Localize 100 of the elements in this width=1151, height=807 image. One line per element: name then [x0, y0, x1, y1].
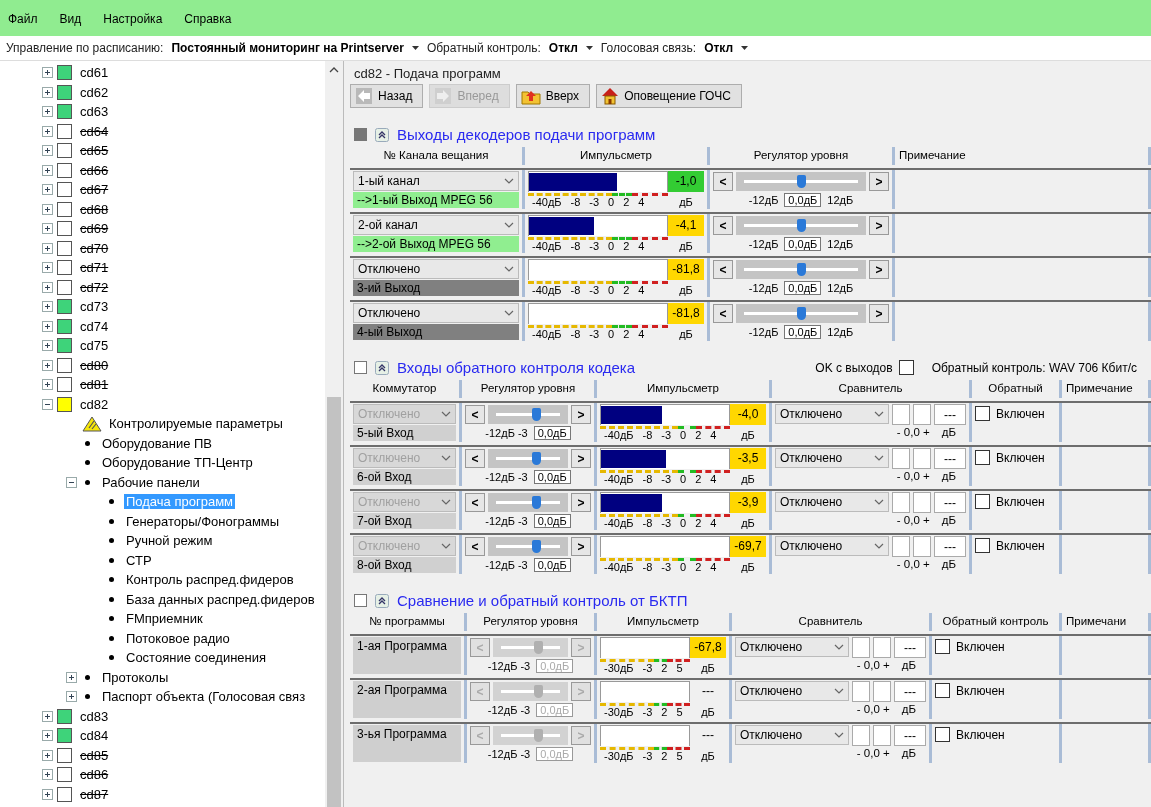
expand-icon[interactable]: [42, 379, 53, 391]
checkbox[interactable]: [975, 450, 990, 465]
tree-item[interactable]: Состояние соединения: [124, 650, 269, 666]
value-field[interactable]: 0,0дБ: [533, 470, 571, 484]
decrease-button[interactable]: <: [713, 216, 733, 235]
back-button[interactable]: Назад: [350, 84, 424, 108]
alert-button[interactable]: Оповещение ГОЧС: [596, 84, 742, 108]
tree-item[interactable]: cd71: [78, 260, 111, 276]
expand-icon[interactable]: [66, 691, 77, 703]
comparator-field[interactable]: [852, 725, 870, 746]
tree-item[interactable]: FMприемник: [124, 611, 205, 627]
checkbox[interactable]: [975, 406, 990, 421]
value-field[interactable]: 0,0дБ: [533, 558, 571, 572]
tree-item[interactable]: cd67: [78, 182, 111, 198]
expand-icon[interactable]: [42, 125, 53, 137]
channel-select[interactable]: 2-ой канал: [353, 215, 519, 235]
tree-item[interactable]: cd82: [78, 396, 111, 412]
comparator-field[interactable]: [852, 637, 870, 658]
expand-icon[interactable]: [42, 106, 53, 118]
comparator-field[interactable]: [913, 448, 931, 469]
tree-item[interactable]: База данных распред.фидеров: [124, 591, 317, 607]
expand-icon[interactable]: [66, 671, 77, 683]
checkbox[interactable]: [975, 538, 990, 553]
tree-item[interactable]: Оборудование ТП-Центр: [100, 455, 255, 471]
expand-icon[interactable]: [42, 262, 53, 274]
comparator-select[interactable]: Отключено: [735, 681, 849, 701]
caret-icon[interactable]: [411, 46, 419, 50]
expand-icon[interactable]: [42, 86, 53, 98]
toolbar-dropdown[interactable]: Постоянный мониторинг на Printserver: [171, 41, 404, 55]
increase-button[interactable]: >: [869, 216, 889, 235]
caret-icon[interactable]: [741, 46, 749, 50]
comparator-field[interactable]: [873, 681, 891, 702]
menu-item[interactable]: Вид: [59, 12, 82, 26]
slider[interactable]: [736, 172, 866, 191]
comparator-select[interactable]: Отключено: [775, 536, 889, 556]
menu-item[interactable]: Файл: [8, 12, 38, 26]
decrease-button[interactable]: <: [465, 537, 485, 556]
tree-item[interactable]: cd74: [78, 318, 111, 334]
tree-item[interactable]: cd70: [78, 240, 111, 256]
tree-item[interactable]: cd86: [78, 767, 111, 783]
expand-icon[interactable]: [42, 730, 53, 742]
tree-item[interactable]: Паспорт объекта (Голосовая связ: [100, 689, 308, 705]
expand-icon[interactable]: [42, 164, 53, 176]
decrease-button[interactable]: <: [713, 304, 733, 323]
tree-item[interactable]: СТР: [124, 552, 154, 568]
checkbox[interactable]: [935, 639, 950, 654]
checkbox[interactable]: [935, 683, 950, 698]
slider-thumb[interactable]: [532, 496, 541, 509]
collapse-icon[interactable]: [375, 127, 389, 142]
decrease-button[interactable]: <: [713, 172, 733, 191]
slider[interactable]: [488, 537, 568, 556]
expand-icon[interactable]: [42, 340, 53, 352]
slider-thumb[interactable]: [532, 540, 541, 553]
expand-icon[interactable]: [42, 301, 53, 313]
section-checkbox[interactable]: [354, 128, 367, 141]
tree-item[interactable]: cd63: [78, 104, 111, 120]
tree-item[interactable]: cd62: [78, 84, 111, 100]
expand-icon[interactable]: [42, 710, 53, 722]
toolbar-dropdown[interactable]: Откл: [548, 41, 578, 55]
expand-icon[interactable]: [42, 359, 53, 371]
tree-item[interactable]: cd65: [78, 143, 111, 159]
expand-icon[interactable]: [42, 67, 53, 79]
collapse-icon[interactable]: [375, 593, 389, 608]
tree-item[interactable]: Рабочие панели: [100, 474, 202, 490]
tree-item[interactable]: Ручной режим: [124, 533, 215, 549]
tree-item[interactable]: Протоколы: [100, 669, 171, 685]
tree-item[interactable]: cd85: [78, 747, 111, 763]
scroll-thumb[interactable]: [327, 397, 341, 807]
slider-thumb[interactable]: [797, 307, 806, 320]
value-field[interactable]: 0,0дБ: [533, 426, 571, 440]
channel-select[interactable]: Отключено: [353, 259, 519, 279]
tree-item[interactable]: Потоковое радио: [124, 630, 232, 646]
increase-button[interactable]: >: [571, 449, 591, 468]
comparator-field[interactable]: [892, 404, 910, 425]
tree-item[interactable]: Контроль распред.фидеров: [124, 572, 296, 588]
tree-item[interactable]: cd83: [78, 708, 111, 724]
value-field[interactable]: 0,0дБ: [533, 514, 571, 528]
comparator-field[interactable]: [873, 725, 891, 746]
collapse-icon[interactable]: [375, 360, 389, 375]
up-button[interactable]: Вверх: [515, 84, 591, 108]
tree-item[interactable]: cd66: [78, 162, 111, 178]
slider-thumb[interactable]: [797, 219, 806, 232]
increase-button[interactable]: >: [869, 260, 889, 279]
collapse-icon[interactable]: [66, 476, 77, 488]
slider-thumb[interactable]: [532, 408, 541, 421]
collapse-icon[interactable]: [42, 398, 53, 410]
scrollbar[interactable]: [325, 61, 343, 807]
comparator-field[interactable]: [892, 492, 910, 513]
expand-icon[interactable]: [42, 749, 53, 761]
menu-item[interactable]: Настройка: [103, 12, 163, 26]
comparator-select[interactable]: Отключено: [735, 725, 849, 745]
slider-thumb[interactable]: [797, 263, 806, 276]
slider[interactable]: [736, 304, 866, 323]
slider[interactable]: [488, 405, 568, 424]
increase-button[interactable]: >: [571, 493, 591, 512]
decrease-button[interactable]: <: [713, 260, 733, 279]
expand-icon[interactable]: [42, 184, 53, 196]
section-checkbox[interactable]: [354, 361, 367, 374]
comparator-select[interactable]: Отключено: [735, 637, 849, 657]
tree-item[interactable]: cd72: [78, 279, 111, 295]
